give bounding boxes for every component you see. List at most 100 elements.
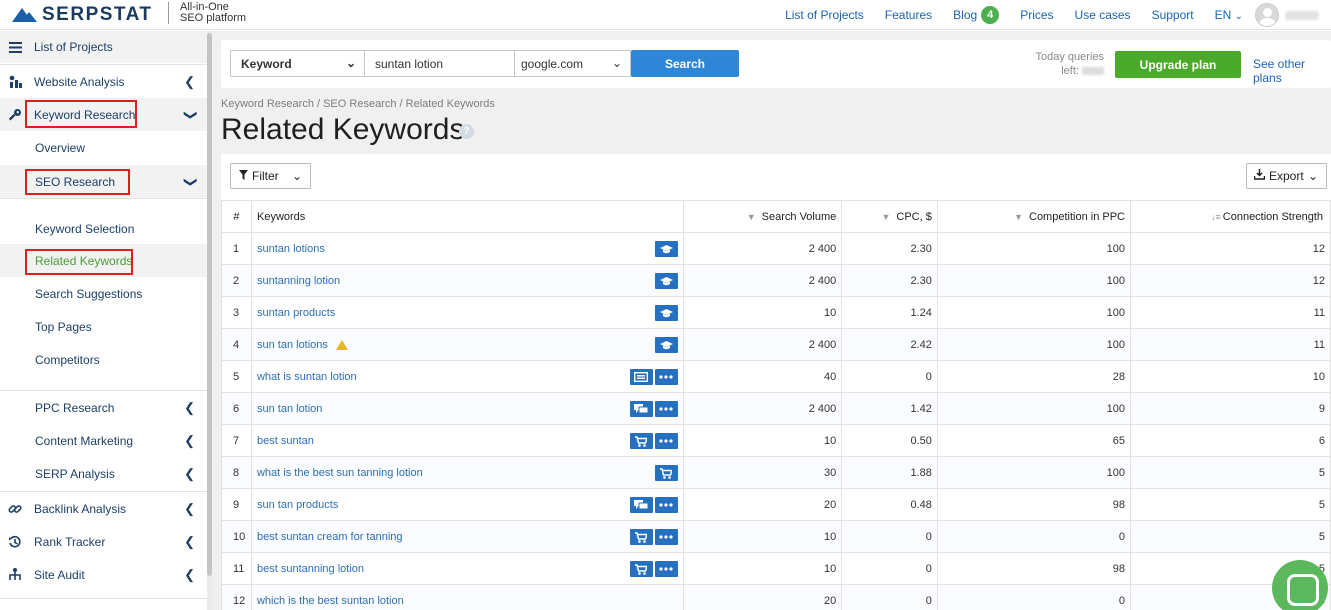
serpstat-logo[interactable]: SERPSTAT [12,4,153,26]
more-icon[interactable] [654,401,678,417]
featured-snippet-icon[interactable] [629,369,653,385]
col-competition-header[interactable]: ▼ Competition in PPC [936,200,1132,233]
analytics-icon [8,75,22,89]
col-cpc-header[interactable]: ▼ CPC, $ [841,200,938,233]
more-icon[interactable] [654,529,678,545]
nav-features[interactable]: Features [885,8,932,22]
nav-support[interactable]: Support [1152,8,1194,22]
more-icon[interactable] [654,433,678,449]
shopping-cart-icon[interactable] [629,561,653,577]
keyword-link[interactable]: best suntan cream for tanning [257,531,403,543]
cpc-cell: 2.42 [841,328,938,361]
competition-cell: 0 [936,520,1132,553]
chevron-down-icon: ❮ [181,176,197,187]
nav-prices[interactable]: Prices [1020,8,1053,22]
keyword-link[interactable]: sun tan lotions [257,339,328,351]
more-icon[interactable] [654,369,678,385]
sidebar-item-competitors[interactable]: Competitors [0,343,207,376]
cpc-cell: 1.88 [841,456,938,489]
col-index-header: # [221,200,252,233]
database-select[interactable]: google.com ⌄ [514,50,631,77]
shopping-cart-icon[interactable] [654,465,678,481]
sidebar-item-serp-analysis[interactable]: SERP Analysis ❮ [0,457,207,490]
nav-use-cases[interactable]: Use cases [1075,8,1131,22]
username-blurred[interactable] [1285,10,1319,20]
graduation-cap-icon[interactable] [654,337,678,353]
shopping-cart-icon[interactable] [629,433,653,449]
help-icon[interactable]: ? [459,124,474,139]
sidebar-item-rank-tracker[interactable]: Rank Tracker ❮ [0,525,207,558]
serp-features [629,529,678,545]
nav-list-of-projects[interactable]: List of Projects [785,8,864,22]
search-button[interactable]: Search [631,50,739,77]
nav-blog[interactable]: Blog 4 [953,6,1000,24]
keyword-cell: what is suntan lotion [250,360,684,393]
competition-cell: 98 [936,488,1132,521]
tagline: All-in-One SEO platform [168,2,246,24]
keyword-cell: best suntanning lotion [250,552,684,585]
export-button[interactable]: Export ⌄ [1246,163,1327,189]
row-index: 4 [221,328,252,361]
keyword-link[interactable]: suntan lotions [257,243,325,255]
col-search-volume-header[interactable]: ▼ Search Volume [682,200,843,233]
keyword-link[interactable]: which is the best suntan lotion [257,595,404,607]
keyword-link[interactable]: suntanning lotion [257,275,340,287]
user-avatar[interactable] [1255,3,1279,27]
keyword-link[interactable]: best suntanning lotion [257,563,364,575]
filter-icon [239,169,248,183]
breadcrumb[interactable]: Keyword Research / SEO Research / Relate… [221,98,495,110]
keyword-link[interactable]: what is suntan lotion [257,371,357,383]
row-index: 11 [221,552,252,585]
col-connection-strength-header[interactable]: ↓≡ Connection Strength [1130,200,1331,233]
more-icon[interactable] [654,561,678,577]
search-query-input[interactable]: suntan lotion [364,50,515,77]
filter-button[interactable]: Filter ⌄ [230,163,311,189]
keyword-link[interactable]: sun tan lotion [257,403,322,415]
menu-icon [8,40,22,54]
search-volume-cell: 2 400 [682,264,843,297]
people-also-ask-icon[interactable] [629,401,653,417]
queries-left-label: left: [1061,65,1079,77]
sidebar-item-keyword-selection[interactable]: Keyword Selection [0,212,207,245]
search-volume-cell: 10 [682,424,843,457]
search-volume-cell: 20 [682,488,843,521]
connection-strength-cell: 5 [1130,520,1331,553]
cpc-cell: 0 [841,360,938,393]
key-icon [8,108,22,122]
chat-widget-button[interactable] [1272,560,1328,610]
sidebar-item-content-marketing[interactable]: Content Marketing ❮ [0,424,207,457]
graduation-cap-icon[interactable] [654,241,678,257]
sidebar-item-website-analysis[interactable]: Website Analysis ❮ [0,65,207,98]
cpc-cell: 0.48 [841,488,938,521]
logo-text: SERPSTAT [42,4,153,25]
warning-icon[interactable] [335,339,348,350]
see-other-plans-link[interactable]: See other plans [1253,57,1331,85]
sidebar-item-label: Site Audit [34,567,85,582]
sidebar-item-site-audit[interactable]: Site Audit ❮ [0,558,207,591]
keyword-cell: which is the best suntan lotion [250,584,684,610]
col-keywords-header[interactable]: Keywords [250,200,684,233]
language-selector[interactable]: EN ⌄ [1215,8,1243,22]
sidebar-item-overview[interactable]: Overview [0,131,207,165]
graduation-cap-icon[interactable] [654,305,678,321]
serp-features [654,305,678,321]
more-icon[interactable] [654,497,678,513]
sidebar-item-search-suggestions[interactable]: Search Suggestions [0,277,207,310]
sidebar-item-top-pages[interactable]: Top Pages [0,310,207,343]
row-index: 1 [221,232,252,265]
people-also-ask-icon[interactable] [629,497,653,513]
keyword-link[interactable]: what is the best sun tanning lotion [257,467,423,479]
keyword-cell: sun tan products [250,488,684,521]
table-row: 9 sun tan products 20 0.48 98 5 [221,488,1331,521]
sidebar-item-backlink-analysis[interactable]: Backlink Analysis ❮ [0,492,207,525]
shopping-cart-icon[interactable] [629,529,653,545]
keyword-link[interactable]: best suntan [257,435,314,447]
graduation-cap-icon[interactable] [654,273,678,289]
search-type-select[interactable]: Keyword ⌄ [230,50,365,77]
sidebar-item-ppc-research[interactable]: PPC Research ❮ [0,391,207,424]
sidebar-item-list-of-projects[interactable]: List of Projects [0,31,207,63]
upgrade-plan-button[interactable]: Upgrade plan [1115,51,1241,78]
keyword-link[interactable]: suntan products [257,307,335,319]
keyword-link[interactable]: sun tan products [257,499,338,511]
tagline-line-2: SEO platform [180,12,247,24]
